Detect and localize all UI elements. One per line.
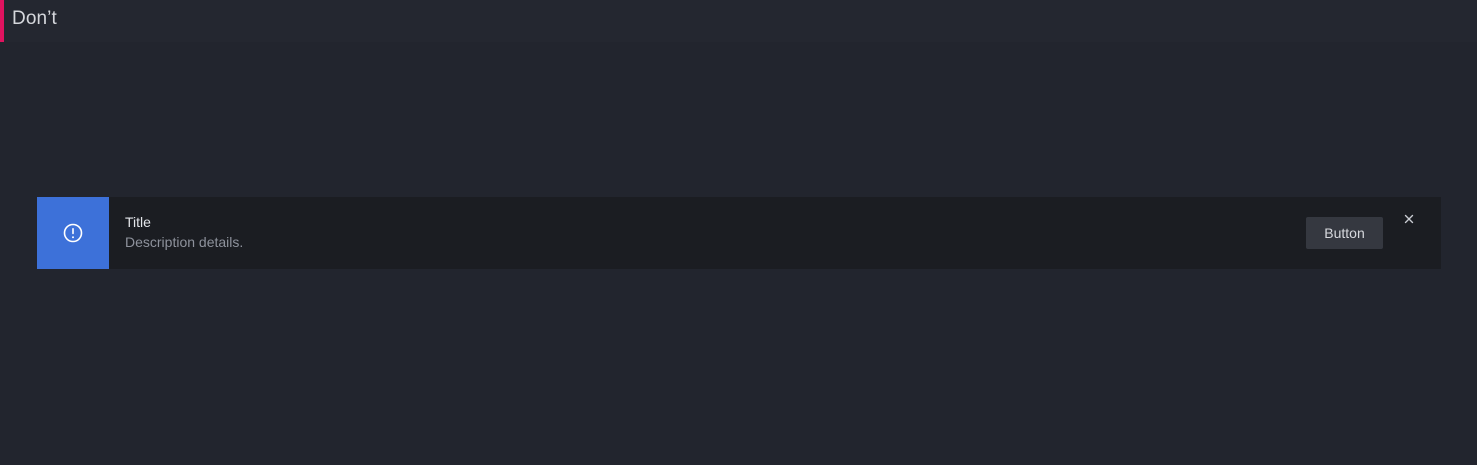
close-icon[interactable] [1401,211,1417,227]
alert-description: Description details. [125,234,244,250]
alert-title: Title [125,214,151,230]
alert-text: Title Description details. [109,197,1441,269]
alert-icon-box [37,197,109,269]
accent-bar [0,0,4,42]
alert-banner: Title Description details. Button [37,197,1441,269]
section-title: Don’t [12,8,57,29]
alert-action-button[interactable]: Button [1306,217,1383,249]
page: Don’t Title Description details. Button [0,0,1477,465]
info-circle-icon [63,223,83,243]
section-header: Don’t [0,0,1477,42]
